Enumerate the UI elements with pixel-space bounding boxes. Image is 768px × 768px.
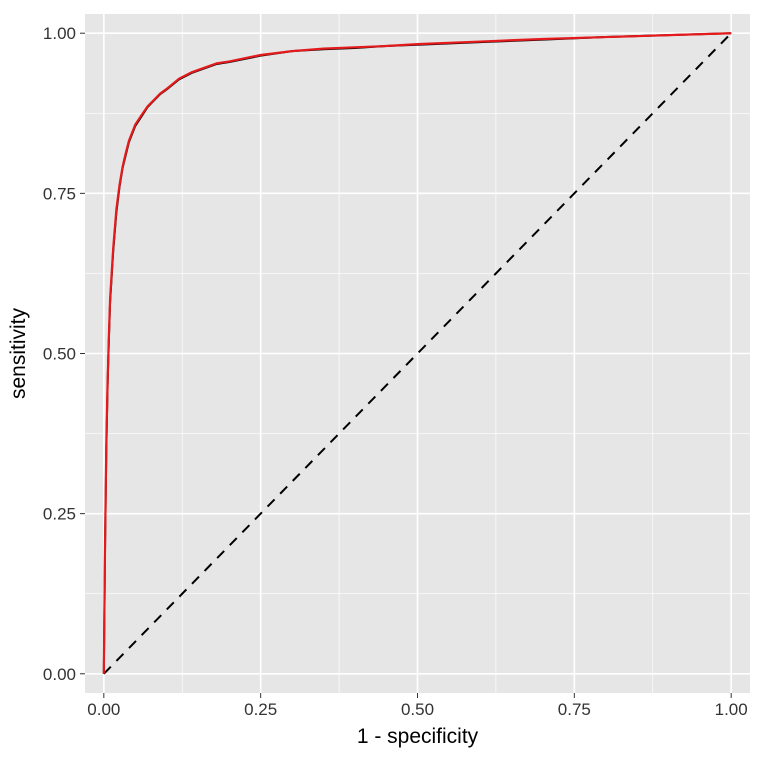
y-tick-label: 0.00 [43, 665, 76, 684]
x-tick-label: 0.75 [558, 700, 591, 719]
y-axis-tick-labels: 0.00 0.25 0.50 0.75 1.00 [43, 24, 76, 684]
x-axis-ticks [104, 693, 731, 698]
y-tick-label: 0.50 [43, 345, 76, 364]
x-tick-label: 0.00 [87, 700, 120, 719]
x-tick-label: 0.25 [244, 700, 277, 719]
y-tick-label: 1.00 [43, 24, 76, 43]
y-tick-label: 0.25 [43, 505, 76, 524]
x-axis-title: 1 - specificity [357, 725, 479, 748]
x-tick-label: 0.50 [401, 700, 434, 719]
y-axis-ticks [80, 33, 85, 674]
chart-svg: 0.00 0.25 0.50 0.75 1.00 0.00 0.25 0.50 0.75 1.0… [0, 0, 768, 768]
y-tick-label: 0.75 [43, 184, 76, 203]
roc-chart: 0.00 0.25 0.50 0.75 1.00 0.00 0.25 0.50 0.75 1.0… [0, 0, 768, 768]
x-tick-label: 1.00 [715, 700, 748, 719]
x-axis-tick-labels: 0.00 0.25 0.50 0.75 1.00 [87, 700, 747, 719]
y-axis-title: sensitivity [7, 307, 30, 399]
